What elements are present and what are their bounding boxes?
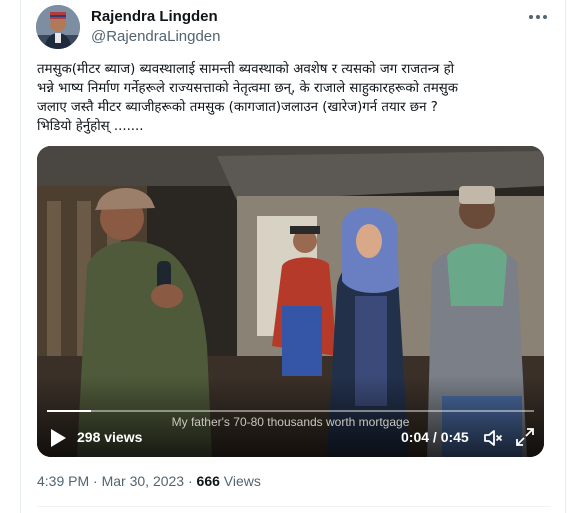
video-subtitle: My father's 70-80 thousands worth mortga… xyxy=(171,415,410,429)
volume-button[interactable] xyxy=(483,428,503,448)
video-progress-fill xyxy=(47,410,91,412)
tweet-date-link[interactable]: Mar 30, 2023 xyxy=(102,473,185,489)
tweet-time-link[interactable]: 4:39 PM xyxy=(37,473,89,489)
video-player[interactable]: My father's 70-80 thousands worth mortga… xyxy=(37,146,544,457)
meta-separator: · xyxy=(93,473,98,489)
author-name[interactable]: Rajendra Lingden xyxy=(91,8,218,25)
volume-muted-icon xyxy=(484,430,503,446)
video-view-count: 298 views xyxy=(77,429,143,445)
tweet-views-label: Views xyxy=(223,473,261,489)
avatar[interactable] xyxy=(36,5,80,49)
play-button[interactable] xyxy=(49,428,67,448)
tweet-text: तमसुक(मीटर ब्याज) ब्यवस्थालाई सामन्ती ब्… xyxy=(37,62,458,134)
tweet-view-count: 666 xyxy=(196,473,220,489)
meta-separator-2: · xyxy=(187,473,193,489)
tweet-meta: 4:39 PM · Mar 30, 2023 · 666 Views xyxy=(37,473,261,489)
more-horizontal-icon xyxy=(528,15,549,19)
author-handle[interactable]: @RajendraLingden xyxy=(91,28,221,45)
video-time: 0:04 / 0:45 xyxy=(401,429,469,445)
divider xyxy=(37,506,551,507)
fullscreen-button[interactable] xyxy=(515,427,535,447)
fullscreen-icon xyxy=(516,428,534,446)
avatar-image xyxy=(36,5,80,49)
more-options-button[interactable] xyxy=(526,6,550,28)
video-progress-bar[interactable] xyxy=(47,410,534,412)
play-icon xyxy=(51,429,66,447)
